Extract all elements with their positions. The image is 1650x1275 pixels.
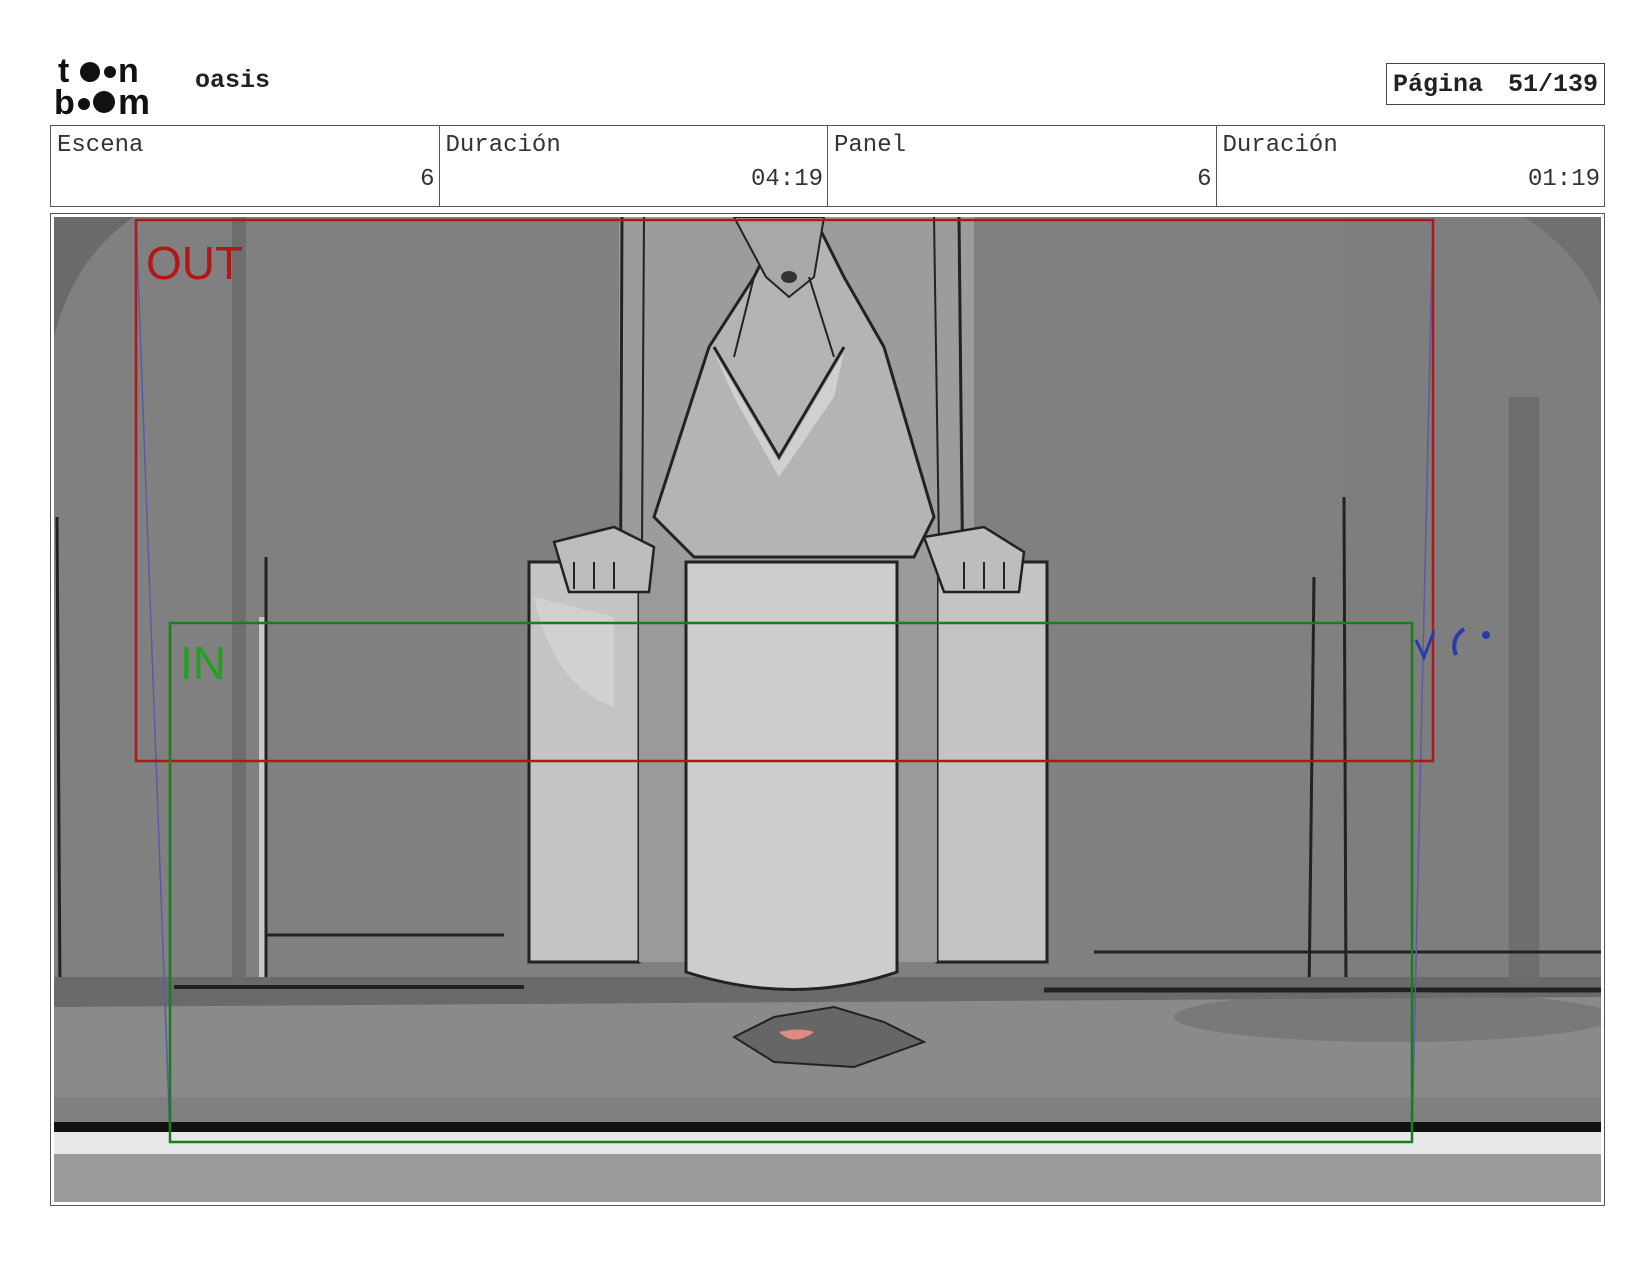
page-label: Página [1393,69,1484,99]
scene-info-table: Escena 6 Duración 04:19 Panel 6 Duración… [50,125,1605,207]
scene-value: 6 [420,166,435,193]
scene-duration-value: 04:19 [750,166,823,193]
scene-label: Escena [57,132,144,159]
panel-value: 6 [1197,166,1212,193]
panel-label: Panel [834,132,907,159]
svg-text:b: b [54,84,75,118]
scene-duration-label: Duración [445,132,561,159]
scene-duration-cell: Duración 04:19 [440,126,828,206]
panel-sketch: OUT IN [54,217,1601,1202]
panel-cell: Panel 6 [828,126,1217,206]
storyboard-panel: OUT IN [50,213,1605,1206]
panel-duration-label: Duración [1222,132,1338,159]
panel-duration-value: 01:19 [1527,166,1600,193]
page-number: 51/139 [1507,69,1598,99]
page-indicator: Página 51/139 [1386,63,1605,105]
svg-text:m: m [118,81,150,118]
in-frame-label: IN [180,637,226,689]
scene-cell: Escena 6 [51,126,440,206]
toon-boom-logo: t n b m [54,52,174,122]
panel-duration-cell: Duración 01:19 [1217,126,1605,206]
out-frame-label: OUT [146,237,243,289]
project-name: oasis [195,66,271,95]
